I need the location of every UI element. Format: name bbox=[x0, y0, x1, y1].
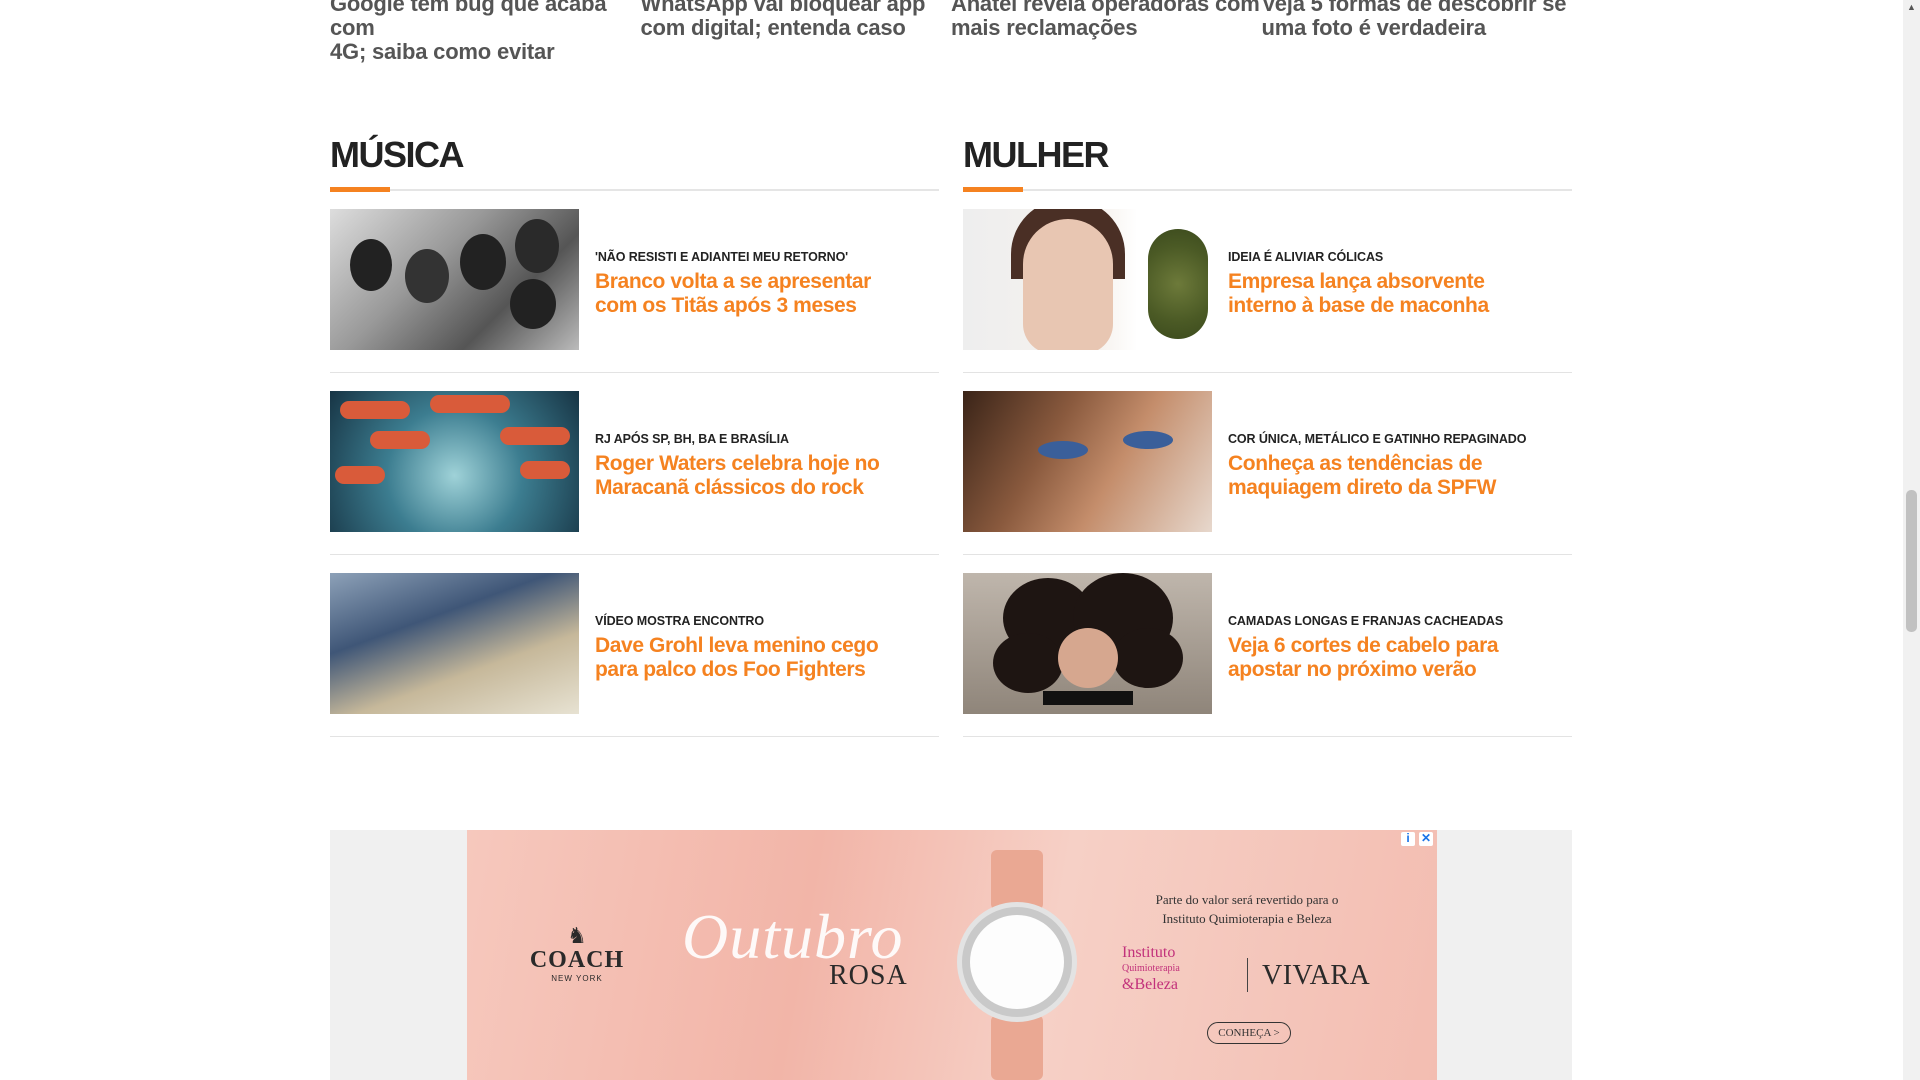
musica-section: MÚSICA 'NÃO RESISTI E ADIANTEI MEU RETOR… bbox=[330, 130, 939, 737]
news-thumbnail-image[interactable] bbox=[330, 573, 579, 714]
top-headline-line: mais reclamações bbox=[951, 15, 1138, 40]
page-scrollbar[interactable]: ▲ bbox=[1903, 0, 1920, 1080]
ad-note-line: Instituto Quimioterapia e Beleza bbox=[1162, 911, 1332, 926]
watch-image bbox=[957, 850, 1077, 1080]
news-item[interactable]: 'NÃO RESISTI E ADIANTEI MEU RETORNO' Bra… bbox=[330, 191, 939, 373]
ad-note-line: Parte do valor será revertido para o bbox=[1155, 892, 1339, 907]
news-headline-link[interactable]: Conheça as tendências de maquiagem diret… bbox=[1228, 452, 1497, 499]
ad-cta-button[interactable]: CONHEÇA > bbox=[1207, 1022, 1291, 1044]
news-item[interactable]: CAMADAS LONGAS E FRANJAS CACHEADAS Veja … bbox=[963, 555, 1572, 737]
news-item[interactable]: RJ APÓS SP, BH, BA E BRASÍLIA Roger Wate… bbox=[330, 373, 939, 555]
news-thumbnail-image[interactable] bbox=[963, 573, 1212, 714]
top-headline-link[interactable]: Google tem bug que acaba com 4G; saiba c… bbox=[330, 0, 641, 64]
instituto-logo: Instituto Quimioterapia &Beleza bbox=[1122, 945, 1242, 993]
mulher-section: MULHER IDEIA É ALIVIAR CÓLICAS Empresa l… bbox=[963, 130, 1572, 737]
news-text: IDEIA É ALIVIAR CÓLICAS Empresa lança ab… bbox=[1212, 242, 1542, 318]
page: Google tem bug que acaba com 4G; saiba c… bbox=[0, 0, 1903, 1080]
top-headline-line: Veja 5 formas de descobrir se bbox=[1261, 0, 1567, 16]
ad-note: Parte do valor será revertido para o Ins… bbox=[1147, 890, 1347, 928]
news-text: 'NÃO RESISTI E ADIANTEI MEU RETORNO' Bra… bbox=[579, 242, 909, 318]
news-headline-link[interactable]: Dave Grohl leva menino cego para palco d… bbox=[595, 634, 879, 681]
news-kicker: 'NÃO RESISTI E ADIANTEI MEU RETORNO' bbox=[595, 249, 849, 264]
news-headline-link[interactable]: Roger Waters celebra hoje no Maracanã cl… bbox=[595, 452, 880, 499]
news-thumbnail-image[interactable] bbox=[330, 209, 579, 350]
instituto-line: Quimioterapia bbox=[1122, 963, 1180, 974]
top-headline-link[interactable]: WhatsApp vai bloquear app com digital; e… bbox=[641, 0, 952, 64]
news-kicker: RJ APÓS SP, BH, BA E BRASÍLIA bbox=[595, 431, 789, 446]
section-title-mulher[interactable]: MULHER bbox=[963, 130, 1572, 186]
news-kicker: COR ÚNICA, METÁLICO E GATINHO REPAGINADO bbox=[1228, 431, 1527, 446]
news-item[interactable]: VÍDEO MOSTRA ENCONTRO Dave Grohl leva me… bbox=[330, 555, 939, 737]
news-headline-link[interactable]: Empresa lança absorvente interno à base … bbox=[1228, 270, 1489, 317]
ad-banner[interactable]: i ✕ ♞ COACH NEW YORK Outubro ROSA Parte … bbox=[467, 830, 1437, 1080]
scrollbar-thumb[interactable] bbox=[1906, 490, 1917, 632]
top-headline-line: Google tem bug que acaba com bbox=[330, 0, 607, 40]
news-kicker: VÍDEO MOSTRA ENCONTRO bbox=[595, 613, 764, 628]
ad-controls: i ✕ bbox=[1401, 832, 1433, 846]
ad-close-icon[interactable]: ✕ bbox=[1419, 832, 1433, 846]
instituto-line: &Beleza bbox=[1122, 976, 1178, 993]
top-headline-line: WhatsApp vai bloquear app bbox=[640, 0, 926, 16]
ad-info-icon[interactable]: i bbox=[1401, 832, 1415, 846]
news-thumbnail-image[interactable] bbox=[330, 391, 579, 532]
news-text: RJ APÓS SP, BH, BA E BRASÍLIA Roger Wate… bbox=[579, 424, 909, 500]
coach-brand: COACH bbox=[529, 947, 625, 973]
news-kicker: CAMADAS LONGAS E FRANJAS CACHEADAS bbox=[1228, 613, 1504, 628]
top-headline-link[interactable]: Veja 5 formas de descobrir se uma foto é… bbox=[1262, 0, 1573, 64]
instituto-line: Instituto bbox=[1122, 944, 1176, 961]
news-text: VÍDEO MOSTRA ENCONTRO Dave Grohl leva me… bbox=[579, 606, 909, 682]
top-headlines-row: Google tem bug que acaba com 4G; saiba c… bbox=[330, 0, 1572, 64]
top-headline-line: uma foto é verdadeira bbox=[1261, 15, 1487, 40]
news-headline-link[interactable]: Branco volta a se apresentar com os Titã… bbox=[595, 270, 871, 317]
section-divider bbox=[963, 187, 1572, 192]
news-thumbnail-image[interactable] bbox=[963, 209, 1212, 350]
news-item[interactable]: IDEIA É ALIVIAR CÓLICAS Empresa lança ab… bbox=[963, 191, 1572, 373]
campaign-word: ROSA bbox=[829, 960, 908, 991]
section-divider bbox=[330, 187, 939, 192]
coach-city: NEW YORK bbox=[551, 974, 603, 983]
scroll-up-arrow-icon[interactable]: ▲ bbox=[1907, 2, 1916, 12]
top-headline-line: com digital; entenda caso bbox=[640, 15, 906, 40]
news-kicker: IDEIA É ALIVIAR CÓLICAS bbox=[1228, 249, 1384, 264]
top-headline-line: Anatel revela operadoras com bbox=[951, 0, 1260, 16]
news-item[interactable]: COR ÚNICA, METÁLICO E GATINHO REPAGINADO… bbox=[963, 373, 1572, 555]
top-headline-line: 4G; saiba como evitar bbox=[330, 39, 555, 64]
top-headline-link[interactable]: Anatel revela operadoras com mais reclam… bbox=[951, 0, 1262, 64]
news-text: CAMADAS LONGAS E FRANJAS CACHEADAS Veja … bbox=[1212, 606, 1542, 682]
carriage-icon: ♞ bbox=[567, 923, 587, 948]
logo-divider bbox=[1247, 958, 1248, 992]
section-title-musica[interactable]: MÚSICA bbox=[330, 130, 939, 186]
coach-logo: ♞ COACH NEW YORK bbox=[507, 923, 647, 984]
news-text: COR ÚNICA, METÁLICO E GATINHO REPAGINADO… bbox=[1212, 424, 1542, 500]
news-thumbnail-image[interactable] bbox=[963, 391, 1212, 532]
ad-container: i ✕ ♞ COACH NEW YORK Outubro ROSA Parte … bbox=[330, 830, 1572, 1080]
news-headline-link[interactable]: Veja 6 cortes de cabelo para apostar no … bbox=[1228, 634, 1499, 681]
vivara-logo: VIVARA bbox=[1262, 960, 1371, 991]
